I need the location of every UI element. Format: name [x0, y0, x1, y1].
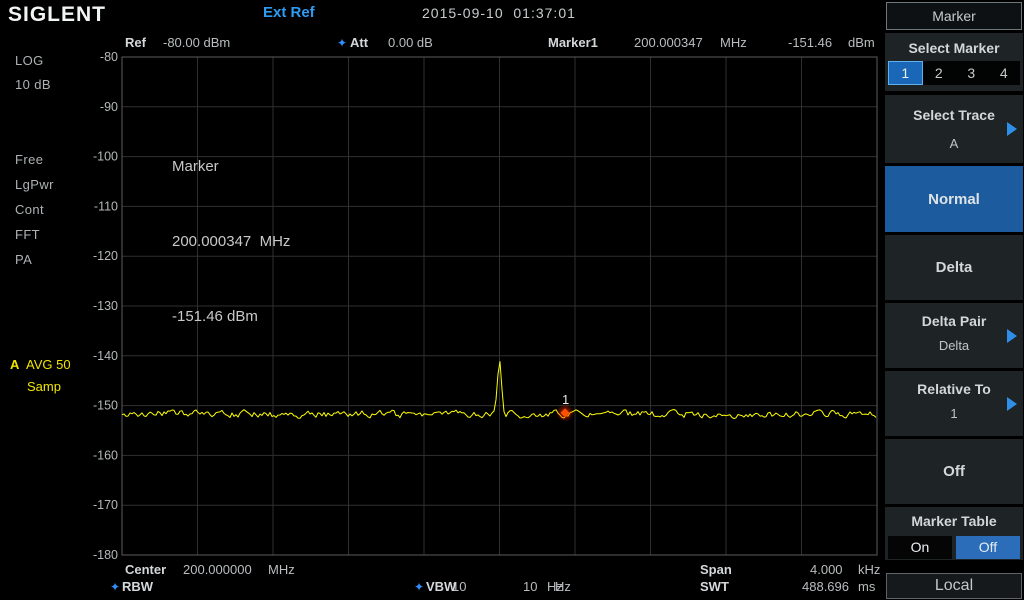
- marker-glow: [556, 404, 574, 422]
- select-trace-label: Select Trace: [885, 107, 1023, 123]
- relative-to-softkey[interactable]: Relative To 1: [885, 371, 1023, 436]
- status-cont-sweep: Cont: [15, 202, 44, 217]
- softkey-menu: Marker Select Marker 1 2 3 4 Select Trac…: [884, 0, 1024, 600]
- spectrum-plot: -80 -90 -100 -110 -120 -130 -140 -150 -160 -170 -1…: [0, 0, 1024, 600]
- vbw-value: 10: [523, 579, 537, 594]
- marker-annotation-ampl: -151.46 dBm: [172, 304, 290, 329]
- span-unit: kHz: [858, 562, 880, 577]
- marker-select-group: 1 2 3 4: [888, 61, 1020, 85]
- trace-average-indicator: AVG 50: [26, 357, 71, 372]
- center-freq-value: 200.000000: [183, 562, 252, 577]
- select-trace-softkey[interactable]: Select Trace A: [885, 95, 1023, 163]
- marker-table-off-option[interactable]: Off: [956, 536, 1020, 559]
- trace-letter-indicator: A: [10, 357, 19, 372]
- marker-readout-ampl: -151.46: [788, 35, 832, 50]
- marker-option-3[interactable]: 3: [955, 61, 988, 85]
- y-axis-tick-label: -120: [93, 249, 118, 263]
- y-axis-tick-label: -90: [100, 100, 118, 114]
- normal-softkey[interactable]: Normal: [885, 166, 1023, 232]
- span-value: 4.000: [810, 562, 843, 577]
- y-axis-tick-label: -160: [93, 448, 118, 462]
- marker-readout-ampl-unit: dBm: [848, 35, 875, 50]
- marker-annotation-freq: 200.000347 MHz: [172, 229, 290, 254]
- marker-off-label: Off: [885, 463, 1023, 480]
- marker-off-softkey[interactable]: Off: [885, 439, 1023, 504]
- attenuation-value: 0.00 dB: [388, 35, 433, 50]
- marker-table-softkey[interactable]: Marker Table On Off: [885, 507, 1023, 560]
- status-log-scale: LOG: [15, 53, 44, 68]
- status-lgpwr: LgPwr: [15, 177, 54, 192]
- swt-unit: ms: [858, 579, 875, 594]
- rbw-diamond-icon: ✦: [110, 580, 120, 594]
- y-axis-tick-label: -180: [93, 548, 118, 562]
- marker-table-label: Marker Table: [885, 513, 1023, 529]
- vbw-label: VBW: [426, 579, 456, 594]
- marker-annotation: Marker 200.000347 MHz -151.46 dBm: [172, 104, 290, 379]
- y-axis-tick-label: -170: [93, 498, 118, 512]
- select-marker-softkey[interactable]: Select Marker 1 2 3 4: [885, 33, 1023, 91]
- swt-value: 488.696: [802, 579, 849, 594]
- datetime-display: 2015-09-10 01:37:01: [422, 5, 576, 21]
- trace-detector-indicator: Samp: [27, 379, 61, 394]
- marker-table-on-option[interactable]: On: [888, 536, 952, 559]
- relative-to-label: Relative To: [885, 381, 1023, 397]
- y-axis-tick-label: -140: [93, 349, 118, 363]
- submenu-arrow-icon: [1007, 397, 1017, 411]
- ext-ref-status: Ext Ref: [263, 4, 315, 21]
- status-preamp: PA: [15, 252, 32, 267]
- ref-level-value: -80.00 dBm: [163, 35, 230, 50]
- vbw-diamond-icon: ✦: [414, 580, 424, 594]
- y-axis-tick-label: -150: [93, 399, 118, 413]
- menu-title: Marker: [886, 2, 1022, 30]
- select-trace-value: A: [885, 136, 1023, 151]
- marker-option-1[interactable]: 1: [888, 61, 923, 85]
- delta-label: Delta: [885, 259, 1023, 276]
- normal-label: Normal: [885, 191, 1023, 208]
- y-axis-tick-label: -110: [94, 199, 118, 213]
- delta-softkey[interactable]: Delta: [885, 235, 1023, 300]
- marker-option-2[interactable]: 2: [923, 61, 956, 85]
- delta-pair-value: Delta: [885, 338, 1023, 353]
- delta-pair-softkey[interactable]: Delta Pair Delta: [885, 303, 1023, 368]
- span-label: Span: [700, 562, 732, 577]
- marker-number-label: 1: [562, 392, 569, 407]
- coupling-diamond-icon: ✦: [337, 36, 347, 50]
- ref-level-label: Ref: [125, 35, 146, 50]
- relative-to-value: 1: [885, 406, 1023, 421]
- marker-readout-label: Marker1: [548, 35, 598, 50]
- y-axis-tick-label: -100: [93, 150, 118, 164]
- marker-annotation-title: Marker: [172, 154, 290, 179]
- brand-logo: SIGLENT: [8, 3, 106, 27]
- rbw-label: RBW: [122, 579, 153, 594]
- spectrum-analyzer-screen: SIGLENT Ext Ref 2015-09-10 01:37:01 Ref …: [0, 0, 1024, 600]
- marker-table-toggle: On Off: [888, 536, 1020, 559]
- center-freq-label: Center: [125, 562, 166, 577]
- delta-pair-label: Delta Pair: [885, 313, 1023, 329]
- submenu-arrow-icon: [1007, 122, 1017, 136]
- vbw-unit: Hz: [555, 579, 571, 594]
- marker-diamond: [560, 408, 569, 417]
- center-freq-unit: MHz: [268, 562, 295, 577]
- status-db-per-div: 10 dB: [15, 77, 51, 92]
- y-axis-tick-label: -130: [93, 299, 118, 313]
- swt-label: SWT: [700, 579, 729, 594]
- y-axis-tick-label: -80: [100, 50, 118, 64]
- select-marker-label: Select Marker: [885, 40, 1023, 56]
- local-button[interactable]: Local: [886, 573, 1022, 599]
- marker-option-4[interactable]: 4: [988, 61, 1021, 85]
- submenu-arrow-icon: [1007, 329, 1017, 343]
- attenuation-label: Att: [350, 35, 368, 50]
- status-fft-mode: FFT: [15, 227, 40, 242]
- marker-readout-freq: 200.000347: [634, 35, 703, 50]
- status-trigger-free: Free: [15, 152, 43, 167]
- marker-readout-freq-unit: MHz: [720, 35, 747, 50]
